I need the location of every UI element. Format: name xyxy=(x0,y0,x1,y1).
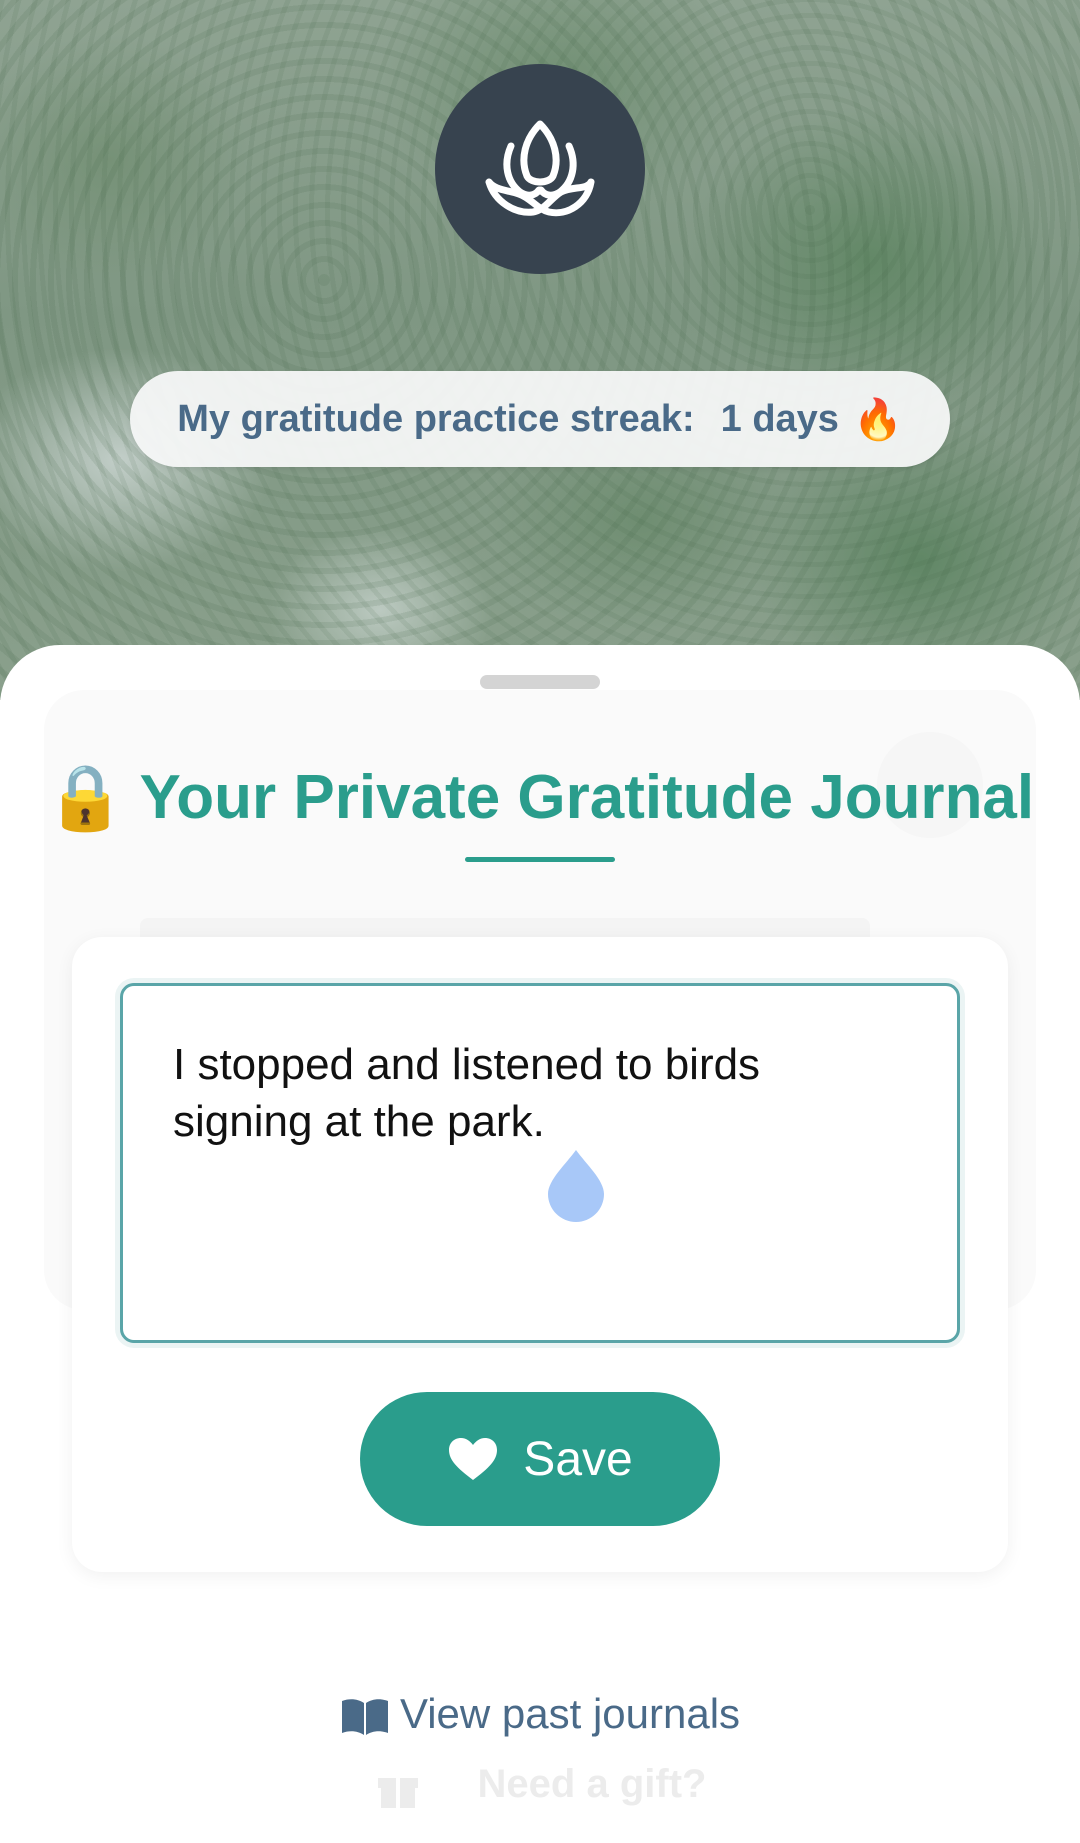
book-icon xyxy=(341,1699,388,1735)
flame-icon: 🔥 xyxy=(852,397,903,442)
streak-label: My gratitude practice streak: xyxy=(177,397,695,440)
lock-icon: 🔒 xyxy=(45,761,126,833)
view-past-journals-link[interactable]: View past journals xyxy=(0,1690,1080,1738)
view-past-journals-label: View past journals xyxy=(399,1690,741,1737)
journal-header: 🔒 Your Private Gratitude Journal xyxy=(0,760,1080,835)
page-title: Your Private Gratitude Journal xyxy=(139,763,1035,832)
gift-icon xyxy=(377,1778,418,1809)
lotus-icon xyxy=(485,120,595,217)
save-button-label: Save xyxy=(523,1432,633,1486)
text-cursor-handle[interactable] xyxy=(546,1150,606,1222)
sheet-drag-handle[interactable] xyxy=(480,675,600,689)
streak-value: 1 days xyxy=(720,397,839,440)
need-a-gift-link[interactable]: Need a gift? xyxy=(0,1762,1080,1810)
streak-badge: My gratitude practice streak: 1 days 🔥 xyxy=(130,371,950,467)
save-button[interactable]: Save xyxy=(360,1392,720,1526)
journal-entry-input[interactable]: I stopped and listened to birds signing … xyxy=(120,983,960,1343)
heart-icon xyxy=(449,1438,498,1480)
title-underline xyxy=(465,857,615,862)
need-a-gift-label: Need a gift? xyxy=(477,1762,707,1806)
app-logo xyxy=(435,64,645,274)
